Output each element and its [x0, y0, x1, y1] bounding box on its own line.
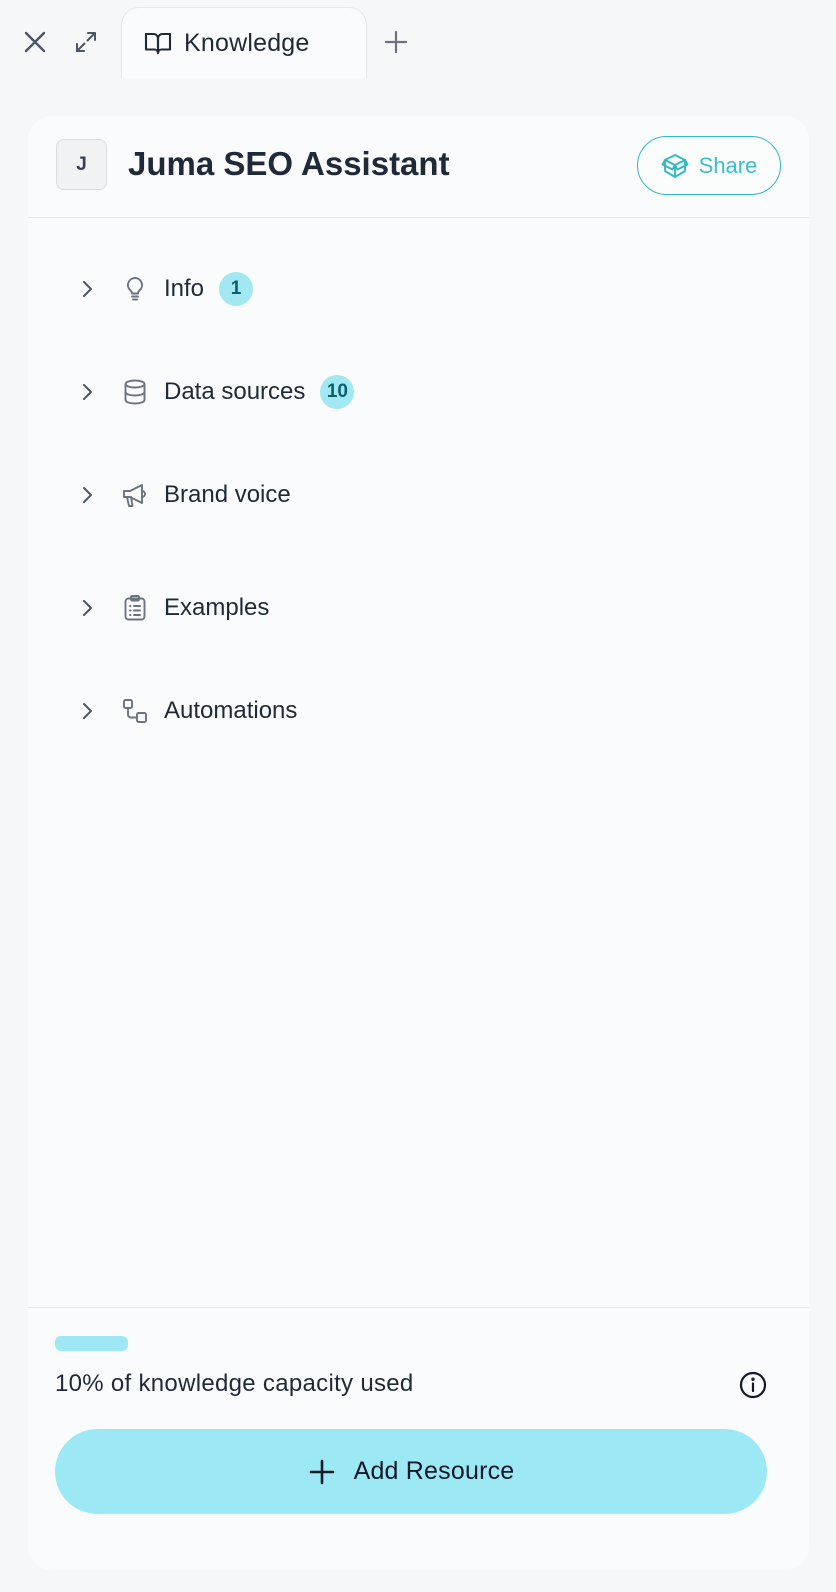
section-data-sources[interactable]: Data sources 10	[72, 368, 355, 416]
close-icon	[24, 31, 46, 53]
tab-label: Knowledge	[184, 28, 310, 57]
knowledge-panel: J Juma SEO Assistant Share Info 1 Data s…	[28, 116, 809, 1570]
tab-knowledge[interactable]: Knowledge	[121, 7, 367, 78]
panel-header: J Juma SEO Assistant Share	[28, 116, 809, 218]
section-label: Examples	[164, 594, 270, 621]
megaphone-icon	[120, 480, 150, 510]
add-resource-button[interactable]: Add Resource	[55, 1429, 767, 1514]
add-resource-label: Add Resource	[353, 1457, 515, 1485]
chevron-right-icon	[72, 696, 102, 726]
count-badge: 1	[219, 272, 254, 306]
chevron-right-icon	[72, 274, 102, 304]
box-icon	[661, 153, 689, 178]
expand-button[interactable]	[66, 22, 106, 62]
count-badge: 10	[320, 375, 355, 409]
database-icon	[120, 377, 150, 407]
share-button[interactable]: Share	[637, 136, 781, 195]
section-label: Data sources	[164, 378, 306, 405]
lightbulb-icon	[120, 274, 150, 304]
section-automations[interactable]: Automations	[72, 687, 297, 735]
capacity-info-button[interactable]	[736, 1368, 770, 1402]
section-label: Info	[164, 275, 205, 302]
close-button[interactable]	[15, 22, 55, 62]
avatar: J	[56, 139, 107, 190]
share-label: Share	[698, 152, 758, 178]
panel-footer: 10% of knowledge capacity used Add Resou…	[28, 1307, 809, 1570]
chevron-right-icon	[72, 593, 102, 623]
book-open-icon	[144, 29, 172, 57]
page-title: Juma SEO Assistant	[128, 145, 450, 182]
chevron-right-icon	[72, 377, 102, 407]
plus-icon	[309, 1459, 334, 1484]
section-info[interactable]: Info 1	[72, 265, 254, 313]
section-label: Automations	[164, 697, 298, 724]
clipboard-list-icon	[120, 593, 150, 623]
section-brand-voice[interactable]: Brand voice	[72, 471, 291, 519]
capacity-text: 10% of knowledge capacity used	[55, 1370, 414, 1397]
section-examples[interactable]: Examples	[72, 584, 269, 632]
plus-icon	[384, 30, 408, 54]
expand-icon	[76, 32, 96, 52]
capacity-progress-bar	[55, 1336, 781, 1351]
section-label: Brand voice	[164, 481, 291, 508]
capacity-progress-fill	[55, 1336, 128, 1351]
info-icon	[739, 1371, 767, 1399]
workflow-icon	[120, 696, 150, 726]
tab-bar: Knowledge	[0, 0, 836, 78]
chevron-right-icon	[72, 480, 102, 510]
add-tab-button[interactable]	[376, 22, 416, 62]
